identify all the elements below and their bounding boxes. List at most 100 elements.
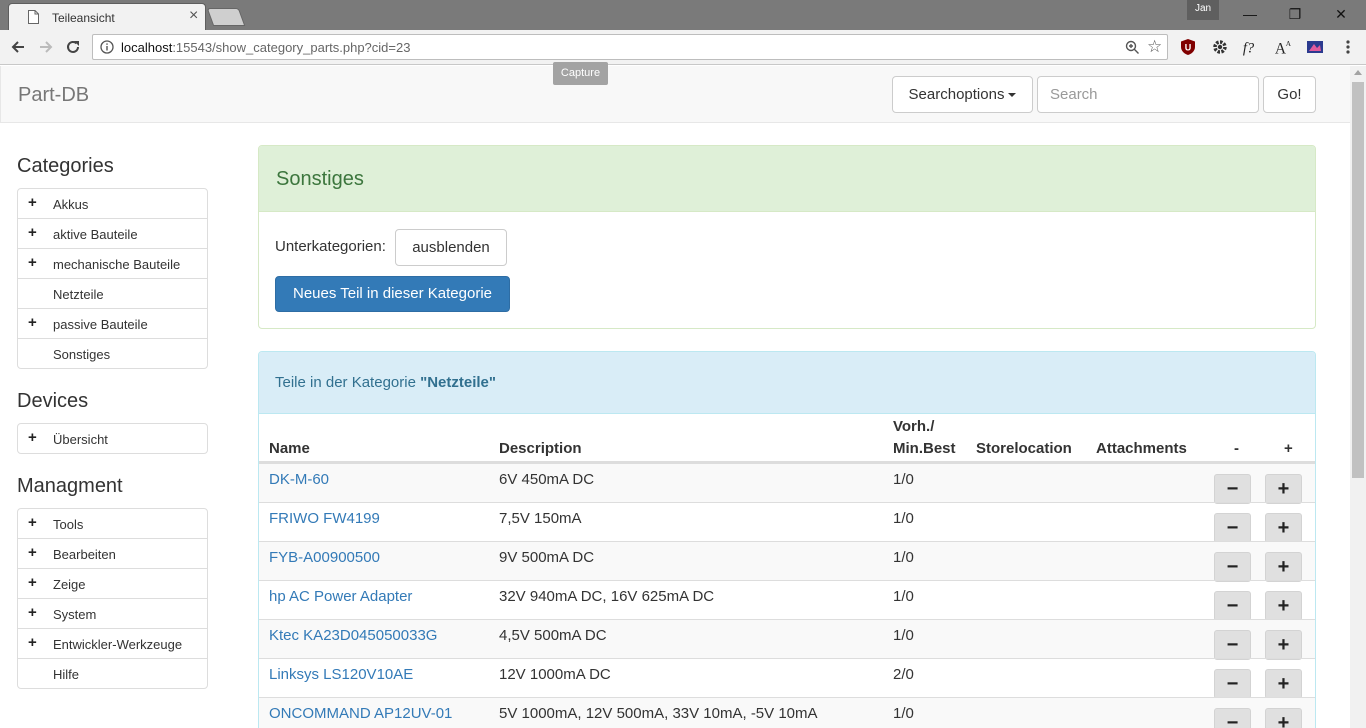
- part-stock: 1/0: [893, 471, 914, 488]
- menu-dots-icon[interactable]: [1340, 37, 1356, 57]
- capture-tooltip: Capture: [553, 62, 608, 85]
- categories-tree: + Akkus + aktive Bauteile + mechanische Baute…: [17, 188, 208, 369]
- sidebar-item-netzteile[interactable]: Netzteile: [18, 278, 207, 308]
- close-window-icon[interactable]: ✕: [1318, 0, 1364, 28]
- increase-stock-button[interactable]: +: [1265, 708, 1302, 728]
- increase-stock-button[interactable]: +: [1265, 669, 1302, 699]
- url-text[interactable]: localhost:15543/show_category_parts.php?…: [121, 40, 410, 55]
- sidebar-item-label: Entwickler-Werkzeuge: [53, 637, 183, 652]
- bookmark-star-icon[interactable]: ☆: [1147, 37, 1162, 57]
- extension-app-icon[interactable]: [1305, 37, 1325, 57]
- sidebar-item-aktive-bauteile[interactable]: + aktive Bauteile: [18, 218, 207, 248]
- hide-subcategories-button[interactable]: ausblenden: [395, 229, 507, 266]
- increase-stock-button[interactable]: +: [1265, 630, 1302, 660]
- increase-stock-button[interactable]: +: [1265, 591, 1302, 621]
- gear-icon[interactable]: [1210, 37, 1230, 57]
- new-tab-button[interactable]: [206, 8, 246, 26]
- tab-close-icon[interactable]: ×: [189, 8, 198, 24]
- font-size-icon[interactable]: A A: [1273, 37, 1293, 57]
- scroll-thumb[interactable]: [1352, 82, 1364, 478]
- parts-panel-header: Teile in der Kategorie "Netzteile": [259, 352, 1315, 414]
- back-arrow-icon[interactable]: [9, 38, 27, 56]
- table-row: DK-M-60 6V 450mA DC 1/0 − +: [259, 463, 1315, 504]
- new-part-button[interactable]: Neues Teil in dieser Kategorie: [275, 276, 510, 312]
- sidebar-item-tools[interactable]: + Tools: [18, 509, 207, 538]
- browser-tab[interactable]: Teileansicht ×: [8, 3, 206, 31]
- decrease-stock-button[interactable]: −: [1214, 669, 1251, 699]
- expand-plus-icon[interactable]: +: [28, 575, 37, 590]
- increase-stock-button[interactable]: +: [1265, 513, 1302, 543]
- column-header-name[interactable]: Name: [269, 440, 310, 457]
- management-heading: Managment: [17, 475, 123, 497]
- expand-plus-icon[interactable]: +: [28, 225, 37, 240]
- expand-plus-icon[interactable]: +: [28, 515, 37, 530]
- sidebar-item-passive-bauteile[interactable]: + passive Bauteile: [18, 308, 207, 338]
- search-input[interactable]: [1037, 76, 1259, 113]
- info-icon[interactable]: [100, 40, 114, 54]
- sidebar-item-akkus[interactable]: + Akkus: [18, 189, 207, 218]
- part-name-link[interactable]: ONCOMMAND AP12UV-01: [269, 705, 452, 722]
- column-header-plus: +: [1284, 440, 1293, 457]
- expand-plus-icon[interactable]: +: [28, 635, 37, 650]
- part-stock: 1/0: [893, 627, 914, 644]
- column-header-stock-line2[interactable]: Min.Best: [893, 440, 956, 457]
- part-stock: 1/0: [893, 549, 914, 566]
- increase-stock-button[interactable]: +: [1265, 552, 1302, 582]
- decrease-stock-button[interactable]: −: [1214, 474, 1251, 504]
- column-header-attachments[interactable]: Attachments: [1096, 440, 1187, 457]
- forward-arrow-icon[interactable]: [37, 38, 55, 56]
- subcategories-label: Unterkategorien:: [275, 238, 386, 255]
- parts-panel-title: Teile in der Kategorie "Netzteile": [275, 374, 496, 391]
- minimize-icon[interactable]: —: [1227, 0, 1273, 28]
- increase-stock-button[interactable]: +: [1265, 474, 1302, 504]
- restore-icon[interactable]: ❐: [1272, 0, 1318, 28]
- sidebar-item-label: Netzteile: [53, 287, 104, 302]
- column-header-description[interactable]: Description: [499, 440, 582, 457]
- part-name-link[interactable]: hp AC Power Adapter: [269, 588, 412, 605]
- decrease-stock-button[interactable]: −: [1214, 591, 1251, 621]
- sidebar-item-sonstiges[interactable]: Sonstiges: [18, 338, 207, 368]
- sidebar-item-übersicht[interactable]: + Übersicht: [18, 424, 207, 453]
- expand-plus-icon[interactable]: +: [28, 605, 37, 620]
- ublock-icon[interactable]: U: [1178, 37, 1198, 57]
- sidebar-item-system[interactable]: + System: [18, 598, 207, 628]
- decrease-stock-button[interactable]: −: [1214, 708, 1251, 728]
- reload-icon[interactable]: [64, 38, 82, 56]
- page-scrollbar[interactable]: [1350, 66, 1366, 728]
- column-header-storelocation[interactable]: Storelocation: [976, 440, 1072, 457]
- part-name-link[interactable]: DK-M-60: [269, 471, 329, 488]
- devices-heading: Devices: [17, 390, 89, 412]
- sidebar-item-entwickler-werkzeuge[interactable]: + Entwickler-Werkzeuge: [18, 628, 207, 658]
- browser-titlebar: Teileansicht × Jan — ❐ ✕: [0, 0, 1366, 31]
- decrease-stock-button[interactable]: −: [1214, 513, 1251, 543]
- sidebar-item-mechanische-bauteile[interactable]: + mechanische Bauteile: [18, 248, 207, 278]
- expand-plus-icon[interactable]: +: [28, 315, 37, 330]
- decrease-stock-button[interactable]: −: [1214, 630, 1251, 660]
- column-header-minus: -: [1234, 440, 1239, 457]
- caret-down-icon: [1008, 93, 1017, 98]
- svg-text:U: U: [1185, 43, 1192, 53]
- part-name-link[interactable]: FYB-A00900500: [269, 549, 380, 566]
- sidebar-item-zeige[interactable]: + Zeige: [18, 568, 207, 598]
- brand-logo[interactable]: Part-DB: [18, 84, 89, 107]
- searchoptions-dropdown[interactable]: Searchoptions: [892, 76, 1033, 113]
- sidebar-item-label: Übersicht: [53, 432, 108, 447]
- sidebar-item-bearbeiten[interactable]: + Bearbeiten: [18, 538, 207, 568]
- expand-plus-icon[interactable]: +: [28, 195, 37, 210]
- part-name-link[interactable]: Linksys LS120V10AE: [269, 666, 413, 683]
- expand-plus-icon[interactable]: +: [28, 430, 37, 445]
- scroll-up-icon[interactable]: [1354, 70, 1362, 75]
- expand-plus-icon[interactable]: +: [28, 255, 37, 270]
- part-name-link[interactable]: Ktec KA23D045050033G: [269, 627, 437, 644]
- sidebar-item-hilfe[interactable]: Hilfe: [18, 658, 207, 688]
- profile-badge[interactable]: Jan: [1187, 0, 1219, 20]
- part-name-link[interactable]: FRIWO FW4199: [269, 510, 380, 527]
- decrease-stock-button[interactable]: −: [1214, 552, 1251, 582]
- font-question-icon[interactable]: f?: [1241, 37, 1261, 57]
- zoom-icon[interactable]: [1125, 40, 1140, 55]
- categories-heading: Categories: [17, 155, 114, 177]
- expand-plus-icon[interactable]: +: [28, 545, 37, 560]
- go-button[interactable]: Go!: [1263, 76, 1316, 113]
- column-header-stock-line1[interactable]: Vorh./: [893, 418, 934, 435]
- address-bar[interactable]: localhost:15543/show_category_parts.php?…: [92, 34, 1168, 60]
